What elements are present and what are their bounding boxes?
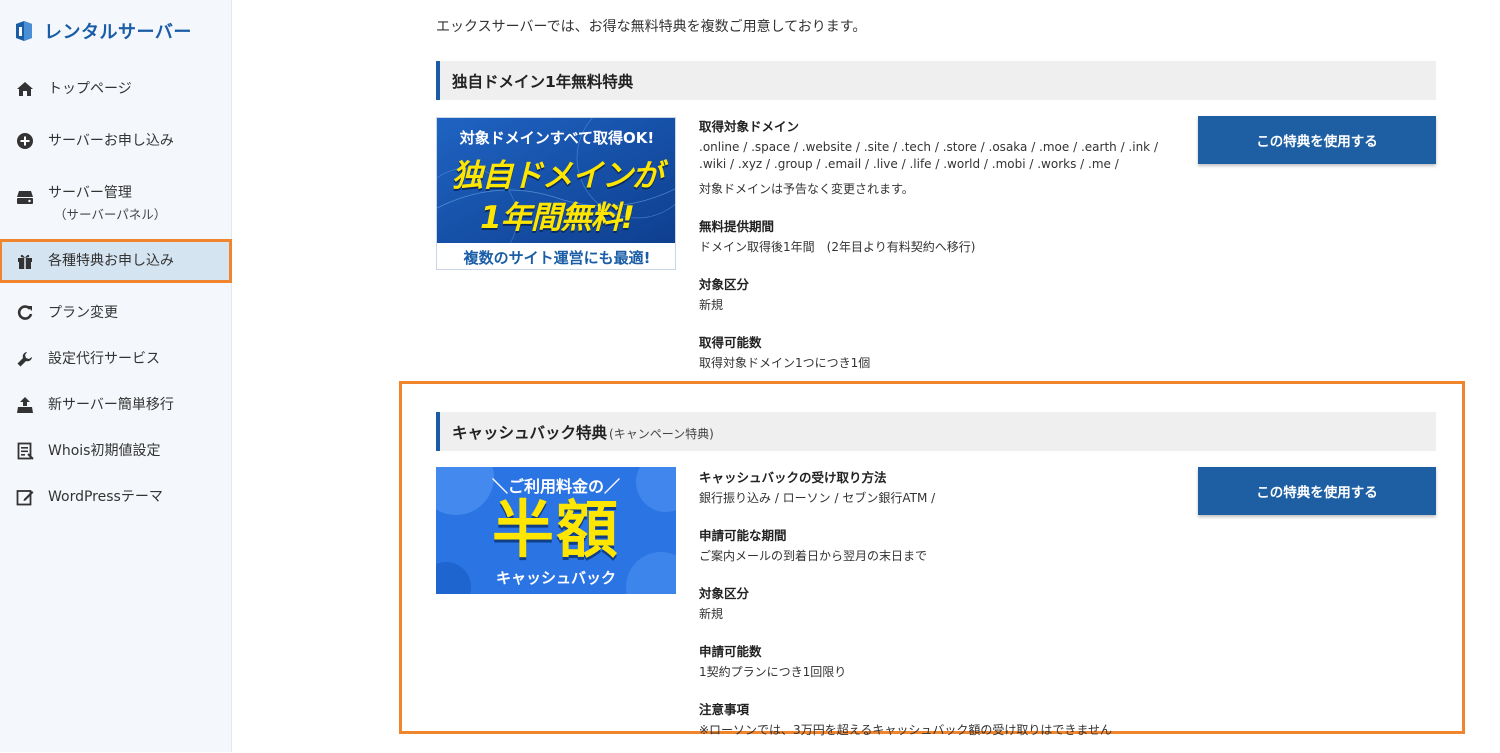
sidebar-item-whois-settings[interactable]: Whois初期値設定 bbox=[0, 430, 231, 472]
refresh-icon bbox=[16, 304, 34, 322]
edit-square-icon bbox=[16, 488, 34, 506]
field-value: 銀行振り込み / ローソン / セブン銀行ATM / bbox=[699, 491, 936, 505]
field-value: .online / .space / .website / .site / .t… bbox=[699, 140, 1158, 171]
document-list-icon bbox=[16, 442, 34, 460]
domain-banner-top-text: 対象ドメインすべて取得OK! bbox=[459, 129, 655, 147]
upload-icon bbox=[16, 396, 34, 414]
domain-banner-line1: 独自ドメインが bbox=[452, 158, 663, 194]
sidebar-item-label: Whois初期値設定 bbox=[48, 443, 161, 459]
cashback-offer-header: キャッシュバック特典 (キャンペーン特典) bbox=[436, 412, 1436, 451]
cashback-offer-subtitle: (キャンペーン特典) bbox=[609, 426, 714, 441]
wrench-icon bbox=[16, 350, 34, 368]
sidebar-item-benefits-apply[interactable]: 各種特典お申し込み bbox=[0, 239, 232, 283]
cashback-banner-bottom-text: キャッシュバック bbox=[495, 569, 616, 587]
sidebar-item-plan-change[interactable]: プラン変更 bbox=[0, 292, 231, 334]
use-domain-offer-button[interactable]: この特典を使用する bbox=[1198, 116, 1436, 164]
field-title: 取得可能数 bbox=[699, 335, 762, 350]
field-value: 取得対象ドメイン1つにつき1個 bbox=[699, 356, 871, 370]
sidebar-item-label: サーバー管理 bbox=[48, 185, 132, 201]
brand[interactable]: レンタルサーバー bbox=[14, 18, 192, 44]
domain-banner-line2: 1年間無料! bbox=[480, 200, 635, 236]
sidebar-item-sublabel: （サーバーパネル） bbox=[54, 207, 167, 222]
plus-circle-icon bbox=[16, 132, 34, 150]
sidebar-item-server-management[interactable]: サーバー管理 （サーバーパネル） bbox=[0, 172, 231, 234]
brand-logo-icon bbox=[16, 21, 32, 41]
field-value: 新規 bbox=[699, 298, 724, 312]
field-title: 無料提供期間 bbox=[699, 219, 775, 234]
sidebar: レンタルサーバー トップページ サーバーお申し込み サーバー管理 （サーバーパネ… bbox=[0, 0, 232, 752]
cashback-banner-main-text: 半額 bbox=[491, 493, 620, 566]
sidebar-item-server-migration[interactable]: 新サーバー簡単移行 bbox=[0, 384, 231, 426]
cashback-offer-title: キャッシュバック特典 bbox=[452, 423, 608, 442]
sidebar-item-wordpress-theme[interactable]: WordPressテーマ bbox=[0, 476, 231, 518]
field-title: 申請可能な期間 bbox=[699, 528, 787, 543]
field-title: 取得対象ドメイン bbox=[699, 119, 800, 134]
field-title: 対象区分 bbox=[699, 277, 750, 292]
sidebar-item-label: プラン変更 bbox=[48, 305, 118, 321]
field-title: 申請可能数 bbox=[699, 644, 762, 659]
sidebar-item-label: 新サーバー簡単移行 bbox=[48, 397, 174, 413]
gift-icon bbox=[16, 252, 34, 270]
sidebar-item-label: 設定代行サービス bbox=[48, 351, 160, 367]
sidebar-nav: トップページ サーバーお申し込み サーバー管理 （サーバーパネル） 各種特典お申… bbox=[0, 68, 232, 518]
domain-offer-banner: 対象ドメインすべて取得OK! 独自ドメインが 1年間無料! 複数のサイト運営にも… bbox=[436, 117, 676, 270]
field-value: ※ローソンでは、3万円を超えるキャッシュバック額の受け取りはできません bbox=[699, 723, 1112, 737]
cashback-offer-banner: ＼ご利用料金の／ 半額 キャッシュバック bbox=[436, 467, 676, 594]
field-title: 注意事項 bbox=[699, 702, 750, 717]
intro-text: エックスサーバーでは、お得な無料特典を複数ご用意しております。 bbox=[436, 19, 867, 35]
field-value: 新規 bbox=[699, 607, 724, 621]
domain-offer-details: 取得対象ドメイン .online / .space / .website / .… bbox=[699, 116, 1189, 386]
domain-offer-title: 独自ドメイン1年無料特典 bbox=[452, 72, 634, 91]
cashback-offer-details: キャッシュバックの受け取り方法 銀行振り込み / ローソン / セブン銀行ATM… bbox=[699, 467, 1189, 753]
server-icon bbox=[16, 188, 34, 206]
sidebar-item-label: WordPressテーマ bbox=[48, 489, 163, 505]
home-icon bbox=[16, 80, 34, 98]
field-value: ご案内メールの到着日から翌月の末日まで bbox=[699, 549, 928, 563]
sidebar-item-server-apply[interactable]: サーバーお申し込み bbox=[0, 120, 231, 162]
brand-title: レンタルサーバー bbox=[44, 22, 192, 43]
sidebar-item-setup-service[interactable]: 設定代行サービス bbox=[0, 338, 231, 380]
field-title: キャッシュバックの受け取り方法 bbox=[699, 470, 887, 485]
field-note: 対象ドメインは予告なく変更されます。 bbox=[699, 182, 914, 196]
sidebar-item-label: サーバーお申し込み bbox=[48, 133, 174, 149]
domain-offer-header: 独自ドメイン1年無料特典 bbox=[436, 61, 1436, 100]
field-value: ドメイン取得後1年間 (2年目より有料契約へ移行) bbox=[699, 240, 976, 254]
field-value: 1契約プランにつき1回限り bbox=[699, 665, 847, 679]
sidebar-item-label: 各種特典お申し込み bbox=[48, 253, 174, 269]
domain-banner-bottom-text: 複数のサイト運営にも最適! bbox=[463, 249, 651, 267]
sidebar-item-top-page[interactable]: トップページ bbox=[0, 68, 231, 110]
sidebar-item-label: トップページ bbox=[48, 81, 132, 97]
field-title: 対象区分 bbox=[699, 586, 750, 601]
use-cashback-offer-button[interactable]: この特典を使用する bbox=[1198, 467, 1436, 515]
